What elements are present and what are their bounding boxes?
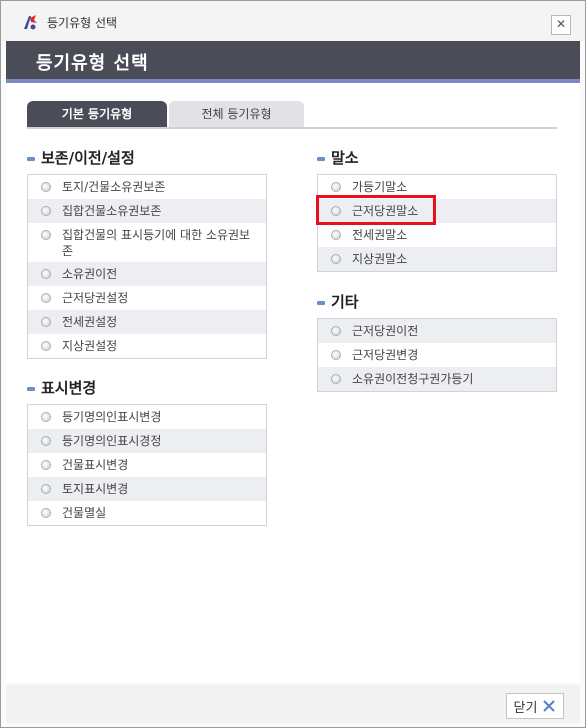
radio-icon[interactable]: [41, 206, 51, 216]
item-label: 근저당권설정: [62, 291, 129, 305]
radio-icon[interactable]: [41, 436, 51, 446]
list-item[interactable]: 근저당권이전: [318, 319, 556, 343]
item-label: 소유권이전: [62, 267, 118, 281]
radio-icon[interactable]: [41, 341, 51, 351]
list-item[interactable]: 소유권이전청구권가등기: [318, 367, 556, 391]
radio-icon[interactable]: [41, 508, 51, 518]
item-label: 건물멸실: [62, 506, 107, 520]
list-item[interactable]: 토지표시변경: [28, 477, 266, 501]
app-logo-icon: [24, 15, 37, 30]
item-label: 등기명의인표시변경: [62, 410, 162, 424]
item-label: 근저당권이전: [352, 324, 419, 338]
title-bar: 등기유형 선택 ✕: [1, 1, 585, 41]
bullet-icon: [317, 300, 325, 305]
item-label: 전세권말소: [352, 228, 408, 242]
item-label: 지상권말소: [352, 252, 408, 266]
bullet-icon: [27, 386, 35, 391]
radio-icon[interactable]: [41, 460, 51, 470]
bullet-icon: [27, 156, 35, 161]
radio-icon[interactable]: [331, 230, 341, 240]
dialog-footer: [6, 685, 580, 723]
list-item[interactable]: 집합건물의 표시등기에 대한 소유권보존: [28, 223, 266, 262]
highlight-box: [316, 195, 436, 225]
radio-icon[interactable]: [331, 350, 341, 360]
item-label: 집합건물소유권보존: [62, 204, 162, 218]
list-item[interactable]: 근저당권변경: [318, 343, 556, 367]
list-item[interactable]: 전세권설정: [28, 310, 266, 334]
item-label: 토지/건물소유권보존: [62, 180, 166, 194]
item-label: 가등기말소: [352, 180, 408, 194]
close-icon: [543, 700, 556, 712]
section-title-text: 보존/이전/설정: [41, 149, 135, 167]
item-label: 소유권이전청구권가등기: [352, 372, 474, 386]
dialog-header: 등기유형 선택: [6, 41, 580, 83]
item-label: 건물표시변경: [62, 458, 129, 472]
radio-icon[interactable]: [331, 182, 341, 192]
list-item[interactable]: 전세권말소: [318, 223, 556, 247]
section-title-display: 표시변경: [27, 377, 96, 398]
radio-icon[interactable]: [331, 326, 341, 336]
window-title: 등기유형 선택: [47, 16, 118, 30]
radio-icon[interactable]: [41, 293, 51, 303]
list-item[interactable]: 건물표시변경: [28, 453, 266, 477]
display-list: 등기명의인표시변경 등기명의인표시경정 건물표시변경 토지표시변경 건물멸실: [27, 404, 267, 526]
list-item[interactable]: 지상권말소: [318, 247, 556, 271]
list-item[interactable]: 소유권이전: [28, 262, 266, 286]
item-label: 전세권설정: [62, 315, 118, 329]
bullet-icon: [317, 156, 325, 161]
close-icon[interactable]: ✕: [551, 15, 571, 35]
list-item[interactable]: 근저당권설정: [28, 286, 266, 310]
list-item[interactable]: 건물멸실: [28, 501, 266, 525]
radio-icon[interactable]: [41, 317, 51, 327]
radio-icon[interactable]: [331, 254, 341, 264]
close-button[interactable]: 닫기: [506, 693, 564, 719]
item-label: 지상권설정: [62, 339, 118, 353]
section-title-text: 말소: [331, 149, 359, 167]
tab-divider: [27, 127, 557, 129]
dialog-window: 등기유형 선택 ✕ 등기유형 선택 기본 등기유형 전체 등기유형 보존/이전/…: [0, 0, 586, 728]
item-label: 집합건물의 표시등기에 대한 소유권보존: [62, 228, 251, 258]
radio-icon[interactable]: [41, 484, 51, 494]
radio-icon[interactable]: [41, 230, 51, 240]
list-item[interactable]: 집합건물소유권보존: [28, 199, 266, 223]
section-title-cancel: 말소: [317, 147, 359, 168]
tab-basic[interactable]: 기본 등기유형: [27, 101, 167, 127]
page-title: 등기유형 선택: [36, 53, 149, 74]
radio-icon[interactable]: [331, 374, 341, 384]
close-button-label: 닫기: [513, 700, 538, 716]
item-label: 등기명의인표시경정: [62, 434, 162, 448]
dialog-content: 기본 등기유형 전체 등기유형 보존/이전/설정 토지/건물소유권보존 집합건물…: [6, 83, 580, 683]
list-item[interactable]: 토지/건물소유권보존: [28, 175, 266, 199]
item-label: 토지표시변경: [62, 482, 129, 496]
section-title-text: 기타: [331, 293, 359, 311]
list-item[interactable]: 등기명의인표시변경: [28, 405, 266, 429]
section-title-text: 표시변경: [41, 379, 97, 397]
preserve-list: 토지/건물소유권보존 집합건물소유권보존 집합건물의 표시등기에 대한 소유권보…: [27, 174, 267, 359]
section-title-etc: 기타: [317, 291, 359, 312]
etc-list: 근저당권이전 근저당권변경 소유권이전청구권가등기: [317, 318, 557, 392]
radio-icon[interactable]: [41, 269, 51, 279]
section-title-preserve: 보존/이전/설정: [27, 147, 135, 168]
radio-icon[interactable]: [41, 412, 51, 422]
list-item[interactable]: 등기명의인표시경정: [28, 429, 266, 453]
list-item[interactable]: 지상권설정: [28, 334, 266, 358]
item-label: 근저당권변경: [352, 348, 419, 362]
radio-icon[interactable]: [41, 182, 51, 192]
tab-all[interactable]: 전체 등기유형: [169, 101, 304, 127]
